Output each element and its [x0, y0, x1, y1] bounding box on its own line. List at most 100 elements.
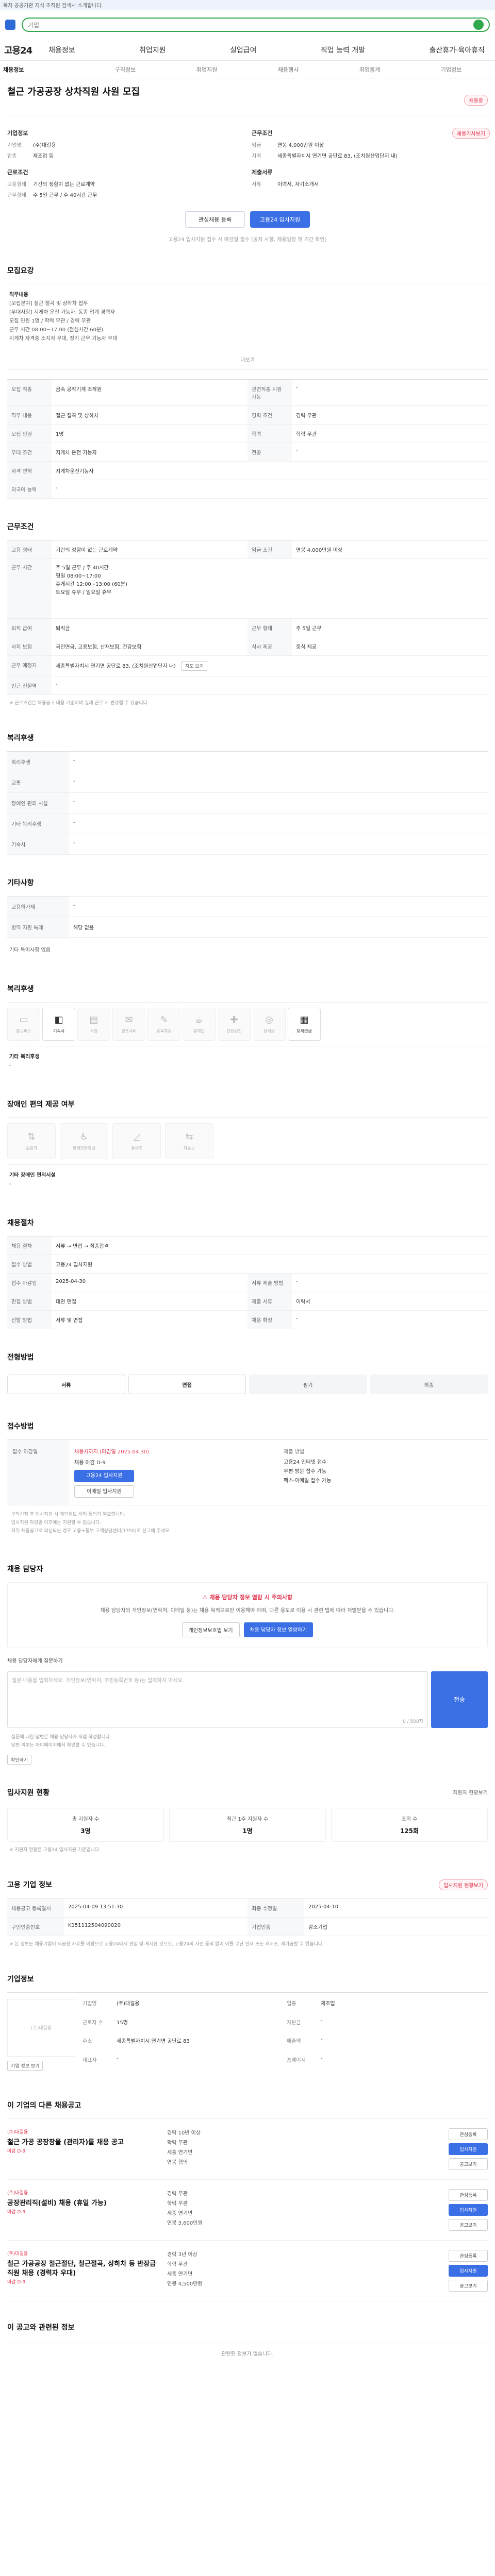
stat-card: 총 지원자 수 3명 — [7, 1807, 164, 1842]
status-step: 필기 — [249, 1375, 367, 1394]
similar-job-meta-line: 연봉 3,600만원 — [167, 2220, 203, 2226]
top-notice[interactable]: 복지 공공기관 지식 조직원 검색사 소개합니다. — [3, 1, 103, 9]
similar-job-button[interactable]: 공고보기 — [449, 2218, 488, 2231]
disabled-label: 장애인화장실 — [72, 1146, 96, 1150]
benefit-table: 복리후생 - 교통 - 장애인 편의 시설 - 기타 복리후생 - 기숙사 - — [7, 751, 488, 855]
search-icon[interactable] — [473, 20, 484, 30]
tab-item[interactable]: 취업지원 — [166, 65, 248, 74]
company-section: 기업정보 (주)대길용 기업 정보 보기 기업명 (주)대길용 업종 제조업 근로자 수… — [0, 1974, 495, 2077]
similar-job-badge: 마감 D-9 — [7, 2210, 26, 2215]
recruit-cell-key: 경력 조건 — [248, 406, 292, 425]
question-textarea[interactable]: 질문 내용을 입력하세요. 개인정보(연락처, 주민등록번호 등)는 입력하지 … — [7, 1671, 428, 1728]
similar-job-title[interactable]: 철근 가공공장 철근절단, 철근절곡, 상하차 등 반장급 직원 채용 (경력자… — [7, 2260, 162, 2278]
gnb-menu-item[interactable]: 취업지원 — [139, 45, 166, 55]
deadline-value: 채용 마감 D-9 — [74, 1460, 106, 1466]
job-summary: 기업정보 기업명 (주)대길용 업종 제조업 등 근로조건 고용형태 기간의 정함이 없… — [7, 115, 488, 200]
recruit-body-line: [모집분야] 철근 절곡 및 상하차 업무 — [9, 301, 88, 307]
apply-button[interactable]: 고용24 입사지원 — [250, 211, 310, 228]
similar-job-button[interactable]: 관심등록 — [449, 2189, 488, 2201]
search-input[interactable]: 기업 — [28, 21, 39, 29]
facility-icon: ✚ — [230, 1014, 238, 1025]
process-cell-value: 2025-04-30 — [52, 1274, 248, 1292]
apply-method-line: 고용24 인터넷 접수 — [284, 1460, 327, 1465]
similar-job-button[interactable]: 입사지원 — [449, 2143, 488, 2155]
summary-right-heading2: 제출서류 — [252, 169, 273, 176]
search-bar[interactable]: 기업 — [22, 18, 490, 32]
apply-buttons: 관심채용 등록 고용24 입사지원 — [0, 211, 495, 228]
summary-right2-value: 이력서, 자기소개서 — [277, 182, 319, 188]
site-logo[interactable]: 고용24 — [4, 43, 32, 57]
disabled-heading: 장애인 편의 제공 여부 — [7, 1100, 75, 1109]
facility-tile: ✉ 경조사비 — [112, 1008, 145, 1041]
contact-section: 채용 담당자 ⚠ 채용 담당자 정보 열람 시 주의사항 채용 담당자의 개인정… — [0, 1564, 495, 1765]
info-heading: 고용 기업 정보 — [7, 1881, 53, 1890]
tab-item[interactable]: 구직정보 — [85, 65, 166, 74]
similar-job-title[interactable]: 철근 가공 공장장을 (관리자)를 채용 공고 — [7, 2138, 162, 2147]
tab-item[interactable]: 취업통계 — [329, 65, 410, 74]
similar-job-title[interactable]: 공장관리직(설비) 채용 (휴일 가능) — [7, 2199, 162, 2208]
similar-job-button[interactable]: 공고보기 — [449, 2279, 488, 2292]
similar-job-left: (주)대길용 철근 가공공장 철근절단, 철근절곡, 상하차 등 반장급 직원 채… — [7, 2250, 162, 2292]
apply-method-deadline: 채용시까지 (마감일 2025.04.30) 채용 마감 D-9 고용24 입사… — [69, 1440, 278, 1505]
work-location-value: 세종특별자치시 연기면 공단로 83, (조치원산업단지 내) 지도 보기 — [52, 656, 488, 676]
job-badge[interactable]: 채용기사보기 — [452, 128, 490, 139]
question-confirm-button[interactable]: 확인하기 — [7, 1754, 32, 1765]
similar-job-button[interactable]: 관심등록 — [449, 2249, 488, 2262]
summary-right-value: 연봉 4,000만원 이상 — [277, 143, 324, 148]
save-job-button[interactable]: 관심채용 등록 — [185, 211, 245, 228]
similar-job-meta-line: 학력 무관 — [167, 2261, 188, 2267]
tab-item[interactable]: 채용행사 — [248, 65, 329, 74]
summary-right2-key: 서류 — [252, 182, 261, 188]
recruit-cell-value: 지게차 운전 가능자 — [52, 443, 248, 462]
similar-job-button[interactable]: 입사지원 — [449, 2204, 488, 2216]
apply-method-email-button[interactable]: 이메일 입사지원 — [74, 1485, 134, 1498]
similar-job-meta-line: 연봉 협의 — [167, 2159, 188, 2165]
question-send-button[interactable]: 전송 — [431, 1671, 488, 1728]
apply-method-col3-title: 제출 방법 — [284, 1449, 304, 1455]
recruit-body-line: [우대사항] 지게차 운전 가능자, 동종 업계 경력자 — [9, 310, 115, 315]
work-heading: 근무조건 — [7, 523, 34, 531]
gnb-menu-item[interactable]: 출산휴가·육아휴직 — [429, 45, 485, 55]
status-heading: 전형방법 — [7, 1353, 34, 1362]
stats-more-link[interactable]: 지원자 현황보기 — [453, 1788, 488, 1796]
benefit-cell-key: 기타 복리후생 — [7, 814, 69, 834]
info-section: 고용 기업 정보 입사지원 현황보기 채용공고 등록일시 2025-04-09 1… — [0, 1879, 495, 1951]
facility-tiles: ▭ 통근버스 ◧ 기숙사 ▤ 식당 ✉ 경조사비 ✎ 교육지원 ☕ 휴게실 ✚ 건강검진 ◎ 상여금 ▦ 퇴직연금 — [7, 1003, 488, 1046]
related-empty: 관련된 정보가 없습니다. — [7, 2342, 488, 2363]
facility-icon: ▭ — [19, 1014, 28, 1025]
view-contact-button[interactable]: 채용 담당자 정보 열람하기 — [243, 1622, 314, 1637]
apply-note-line: · 허위 채용공고로 의심되는 경우 고용노동부 고객상담센터(1350)로 신… — [8, 1529, 171, 1534]
facility-label: 교육지원 — [156, 1029, 172, 1033]
similar-job-button[interactable]: 공고보기 — [449, 2158, 488, 2170]
work-cell-key: 임금 조건 — [248, 540, 292, 559]
similar-job-meta-line: 학력 무관 — [167, 2140, 188, 2146]
gnb-menu-item[interactable]: 직업 능력 개발 — [321, 45, 365, 55]
gnb-menu-item[interactable]: 실업급여 — [230, 45, 257, 55]
company-info-button[interactable]: 기업 정보 보기 — [7, 2060, 43, 2071]
summary-left: 기업정보 기업명 (주)대길용 업종 제조업 등 근로조건 고용형태 기간의 정함이 없… — [7, 124, 243, 200]
similar-job-button[interactable]: 관심등록 — [449, 2128, 488, 2140]
brand-icon[interactable] — [5, 20, 15, 30]
gnb-menu-item[interactable]: 채용정보 — [48, 45, 75, 55]
question-label: 채용 담당자에게 질문하기 — [7, 1658, 63, 1664]
similar-job-button[interactable]: 입사지원 — [449, 2264, 488, 2277]
tab-item[interactable]: 채용정보 — [3, 65, 85, 74]
process-table: 채용 절차 서류 → 면접 → 최종합격 접수 방법 고용24 입사지원 접수 마감일 2… — [7, 1236, 488, 1329]
work-location-text: 세종특별자치시 연기면 공단로 83, (조치원산업단지 내) — [56, 664, 176, 669]
apply-method-apply-button[interactable]: 고용24 입사지원 — [74, 1470, 134, 1482]
privacy-law-button[interactable]: 개인정보보호법 보기 — [182, 1622, 240, 1637]
header: 기업 — [0, 10, 495, 39]
etc-cell-value: 해당 없음 — [69, 917, 488, 938]
apply-method-box: 접수 마감일 채용시까지 (마감일 2025.04.30) 채용 마감 D-9 … — [7, 1439, 488, 1505]
map-button[interactable]: 지도 보기 — [182, 661, 207, 671]
similar-job-badge: 마감 D-9 — [7, 2280, 26, 2285]
tab-item[interactable]: 기업정보 — [410, 65, 492, 74]
company-field-value: - — [321, 2056, 323, 2062]
process-cell-key: 채용 절차 — [7, 1236, 52, 1255]
summary-conditions-key: 고용형태 — [7, 182, 26, 188]
info-button[interactable]: 입사지원 현황보기 — [439, 1879, 488, 1890]
facility-extra-label: 기타 복리후생 — [9, 1054, 40, 1060]
recruit-table: 모집 직종 금속 공작기계 조작원 관련직종 지원 가능 - 직무 내용 철근 절곡 및 … — [7, 379, 488, 499]
recruit-more-link[interactable]: 더보기 — [7, 349, 488, 370]
summary-company-key: 업종 — [7, 154, 17, 159]
